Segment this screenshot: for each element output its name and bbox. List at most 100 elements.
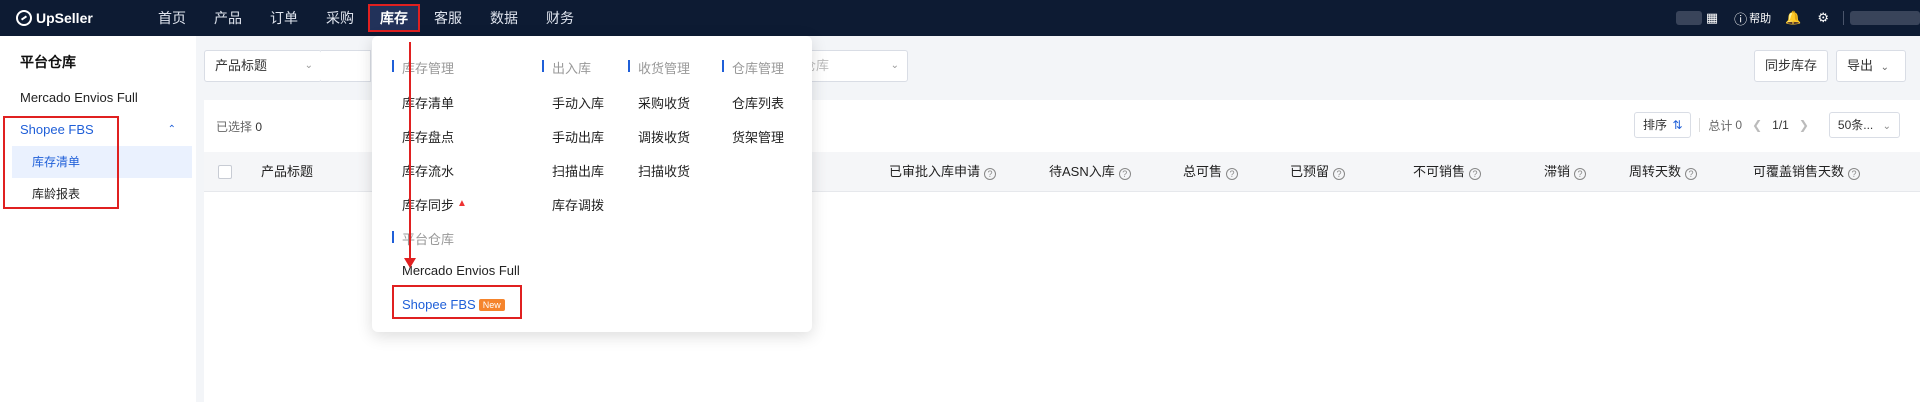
help-icon[interactable]: ⓘ [1734, 9, 1747, 28]
total-label: 总计 [1708, 118, 1733, 133]
page-size-value: 50条... [1837, 118, 1874, 132]
menu-item-shelf-management[interactable]: 货架管理 [732, 127, 784, 146]
export-label: 导出 [1847, 58, 1874, 73]
product-title-select[interactable]: 产品标题 ⌄ [204, 50, 322, 82]
group-title-stock-in-out: 出入库 [542, 58, 591, 77]
next-page-icon[interactable]: ❯ [1799, 118, 1809, 132]
chevron-down-icon: ⌄ [1882, 121, 1891, 132]
help-icon[interactable]: ? [1333, 168, 1346, 180]
export-button[interactable]: 导出 ⌄ [1836, 50, 1906, 82]
column-label: 产品标题 [261, 164, 314, 179]
group-title-platform-warehouse: 平台仓库 [392, 229, 454, 248]
select-all-checkbox[interactable] [218, 165, 232, 179]
page-indicator: 1/1 [1772, 118, 1789, 132]
nav-purchasing[interactable]: 采购 [312, 0, 368, 36]
column-header: 待ASN入库? [1049, 152, 1131, 192]
menu-item-inventory-sync[interactable]: 库存同步 ▲ [402, 195, 467, 214]
annotation-highlight-box [3, 116, 119, 209]
upseller-logo[interactable]: UpSeller [16, 10, 116, 26]
menu-item-inventory-transfer[interactable]: 库存调拨 [552, 195, 604, 214]
select-value: 产品标题 [215, 58, 268, 73]
topbar-right-tools: ▦ ⓘ 帮助 🔔 ⚙ [1675, 0, 1920, 36]
menu-item-transfer-receiving[interactable]: 调拨收货 [638, 127, 690, 146]
brand-name: UpSeller [36, 10, 93, 26]
nav-data[interactable]: 数据 [476, 0, 532, 36]
search-input[interactable] [321, 50, 371, 82]
menu-item-purchase-receiving[interactable]: 采购收货 [638, 93, 690, 112]
page-size-select[interactable]: 50条... ⌄ [1828, 112, 1900, 138]
pagination: 排序 ⇅ 总计 0 ❮ 1/1 ❯ 50条... ⌄ [1633, 112, 1900, 138]
sync-inventory-button[interactable]: 同步库存 [1754, 50, 1829, 82]
menu-item-warehouse-list[interactable]: 仓库列表 [732, 93, 784, 112]
help-icon[interactable]: ? [1226, 168, 1239, 180]
chevron-down-icon: ⌄ [1880, 62, 1890, 73]
help-label[interactable]: 帮助 [1749, 10, 1771, 26]
help-icon[interactable]: ? [984, 168, 997, 180]
annotation-highlight-box [392, 285, 522, 319]
hot-flame-icon: ▲ [457, 198, 467, 209]
group-title-receiving: 收货管理 [628, 58, 690, 77]
help-icon[interactable]: ? [1848, 168, 1861, 180]
column-header: 滞销? [1544, 152, 1587, 192]
upseller-logo-icon [16, 10, 32, 26]
column-header: 总可售? [1183, 152, 1239, 192]
gear-icon[interactable]: ⚙ [1817, 10, 1829, 26]
blurred-account[interactable] [1850, 11, 1920, 25]
nav-products[interactable]: 产品 [200, 0, 256, 36]
nav-finance[interactable]: 财务 [532, 0, 588, 36]
column-header: 周转天数? [1629, 152, 1698, 192]
group-title-inventory-management: 库存管理 [392, 58, 454, 77]
sidebar: 平台仓库 Mercado Envios Full Shopee FBS ⌃ 库存… [0, 36, 196, 402]
sort-button[interactable]: 排序 ⇅ [1633, 112, 1692, 138]
apps-grid-icon[interactable]: ▦ [1706, 10, 1718, 26]
sort-icon: ⇅ [1672, 118, 1683, 132]
menu-item-mercado-envios-full[interactable]: Mercado Envios Full [402, 263, 520, 278]
top-navigation-bar: UpSeller 首页 产品 订单 采购 库存 客服 数据 财务 ▦ ⓘ 帮助 … [0, 0, 1920, 36]
main-nav: 首页 产品 订单 采购 库存 客服 数据 财务 [144, 0, 588, 36]
help-icon[interactable]: ? [1118, 168, 1131, 180]
nav-orders[interactable]: 订单 [256, 0, 312, 36]
sidebar-title: 平台仓库 [20, 54, 76, 70]
divider [1843, 11, 1844, 25]
column-header: 已预留? [1290, 152, 1346, 192]
blurred-user-info [1675, 11, 1702, 25]
sort-label: 排序 [1642, 118, 1667, 132]
column-header: 已审批入库申请? [889, 152, 997, 192]
column-header: 产品标题 [261, 152, 313, 192]
prev-page-icon[interactable]: ❮ [1752, 118, 1762, 132]
column-label: 已预留 [1290, 164, 1330, 179]
column-label: 滞销 [1544, 164, 1571, 179]
column-label: 周转天数 [1629, 164, 1682, 179]
annotation-arrow [409, 42, 411, 260]
column-label: 已审批入库申请 [889, 164, 981, 179]
help-icon[interactable]: ? [1574, 168, 1587, 180]
nav-inventory[interactable]: 库存 [368, 4, 420, 32]
column-label: 不可销售 [1413, 164, 1466, 179]
total-count: 0 [1735, 118, 1743, 132]
nav-customer-service[interactable]: 客服 [420, 0, 476, 36]
nav-home[interactable]: 首页 [144, 0, 200, 36]
inventory-dropdown-menu: 库存管理 库存清单 库存盘点 库存流水 库存同步 ▲ 出入库 手动入库 手动出库 … [372, 36, 812, 332]
menu-item-scan-receiving[interactable]: 扫描收货 [638, 161, 690, 180]
divider [1699, 118, 1701, 132]
chevron-down-icon: ⌄ [890, 60, 899, 71]
selected-label: 已选择 [216, 120, 253, 134]
sidebar-item-mercado-envios-full[interactable]: Mercado Envios Full [0, 82, 196, 114]
selected-value: 0 [255, 120, 263, 134]
help-icon[interactable]: ? [1469, 168, 1482, 180]
menu-item-manual-stock-in[interactable]: 手动入库 [552, 93, 604, 112]
column-label: 待ASN入库 [1049, 164, 1115, 179]
column-label: 总可售 [1183, 164, 1223, 179]
column-header: 不可销售? [1413, 152, 1482, 192]
annotation-arrow-head [404, 258, 416, 268]
help-icon[interactable]: ? [1685, 168, 1698, 180]
selected-count: 已选择 0 [216, 118, 262, 135]
chevron-up-icon[interactable]: ⌃ [168, 114, 176, 146]
menu-item-manual-stock-out[interactable]: 手动出库 [552, 127, 604, 146]
column-label: 可覆盖销售天数 [1753, 164, 1845, 179]
group-title-warehouse-management: 仓库管理 [722, 58, 784, 77]
column-header: 可覆盖销售天数? [1753, 152, 1861, 192]
menu-item-scan-stock-out[interactable]: 扫描出库 [552, 161, 604, 180]
bell-icon[interactable]: 🔔 [1785, 10, 1801, 26]
chevron-down-icon: ⌄ [304, 60, 313, 71]
